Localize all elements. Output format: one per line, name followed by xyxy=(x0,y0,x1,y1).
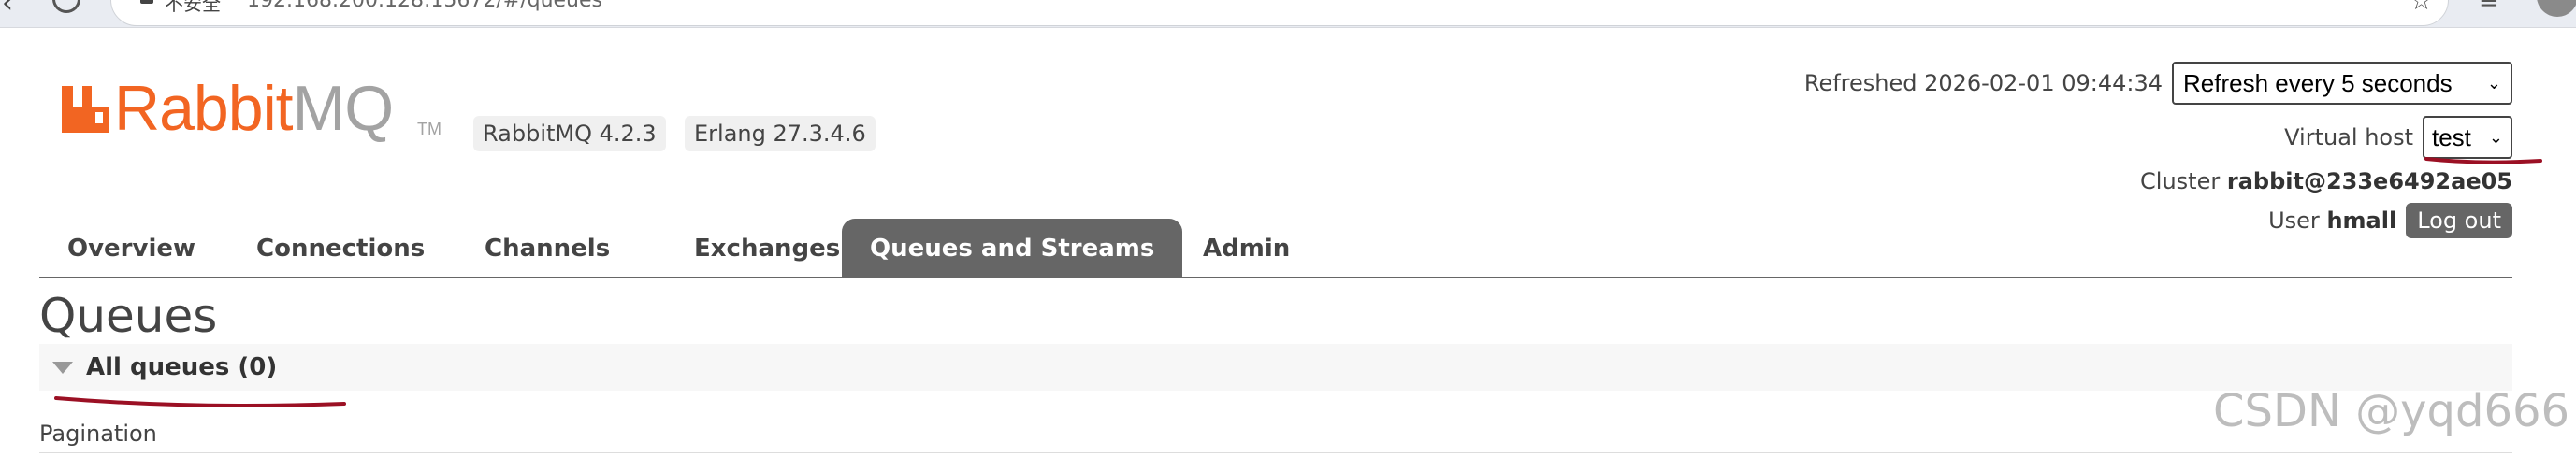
csdn-watermark: CSDN @yqd666 xyxy=(2213,385,2570,437)
cluster-name: rabbit@233e6492ae05 xyxy=(2226,168,2512,194)
annotation-underline-queues xyxy=(54,396,346,407)
erlang-version-badge: Erlang 27.3.4.6 xyxy=(685,116,876,151)
back-arrow-icon[interactable]: ‹ xyxy=(2,0,13,20)
pagination-divider xyxy=(39,452,2512,453)
collapse-triangle-icon xyxy=(52,361,73,374)
tab-channels[interactable]: Channels xyxy=(456,219,638,278)
logo-wordmark: RabbitMQ xyxy=(114,73,394,144)
tab-overview[interactable]: Overview xyxy=(39,219,224,278)
tab-connections[interactable]: Connections xyxy=(228,219,453,278)
rabbitmq-logo-icon xyxy=(62,86,109,133)
reading-list-icon[interactable]: ≡ xyxy=(2479,0,2499,15)
all-queues-toggle[interactable]: All queues (0) xyxy=(52,344,277,391)
refresh-interval-value: Refresh every 5 seconds xyxy=(2183,69,2453,97)
pagination-label[interactable]: Pagination xyxy=(39,421,157,447)
refresh-status: Refreshed 2026-02-01 09:44:34 Refresh ev… xyxy=(1804,62,2512,105)
reload-icon[interactable] xyxy=(52,0,80,13)
rabbitmq-version-badge: RabbitMQ 4.2.3 xyxy=(473,116,666,151)
insecure-warning-icon[interactable] xyxy=(140,0,153,4)
tab-admin[interactable]: Admin xyxy=(1175,219,1318,278)
logo-trademark: TM xyxy=(417,120,441,138)
page-title: Queues xyxy=(39,289,218,343)
profile-avatar[interactable] xyxy=(2537,0,2576,17)
tab-exchanges[interactable]: Exchanges xyxy=(666,219,868,278)
cluster-label: Cluster xyxy=(2140,168,2221,194)
chevron-down-icon: ⌄ xyxy=(2486,74,2501,93)
main-nav-tabs: Overview Connections Channels Exchanges … xyxy=(39,217,2512,278)
rabbitmq-logo: RabbitMQ TM xyxy=(62,73,455,153)
security-label[interactable]: 不安全 xyxy=(165,0,221,16)
bookmark-star-icon[interactable]: ☆ xyxy=(2410,0,2433,16)
virtual-host-label: Virtual host xyxy=(2284,124,2413,150)
all-queues-section: All queues (0) xyxy=(39,344,2512,391)
all-queues-heading: All queues (0) xyxy=(86,353,278,381)
refresh-interval-select[interactable]: Refresh every 5 seconds ⌄ xyxy=(2172,62,2512,105)
browser-toolbar: ‹ 不安全 192.168.200.128:15672/#/queues ☆ ≡ xyxy=(0,0,2576,28)
refreshed-timestamp: Refreshed 2026-02-01 09:44:34 xyxy=(1803,70,2163,96)
url-text[interactable]: 192.168.200.128:15672/#/queues xyxy=(247,0,602,12)
annotation-underline-vhost xyxy=(2424,157,2542,164)
tab-queues-and-streams[interactable]: Queues and Streams xyxy=(842,219,1183,278)
